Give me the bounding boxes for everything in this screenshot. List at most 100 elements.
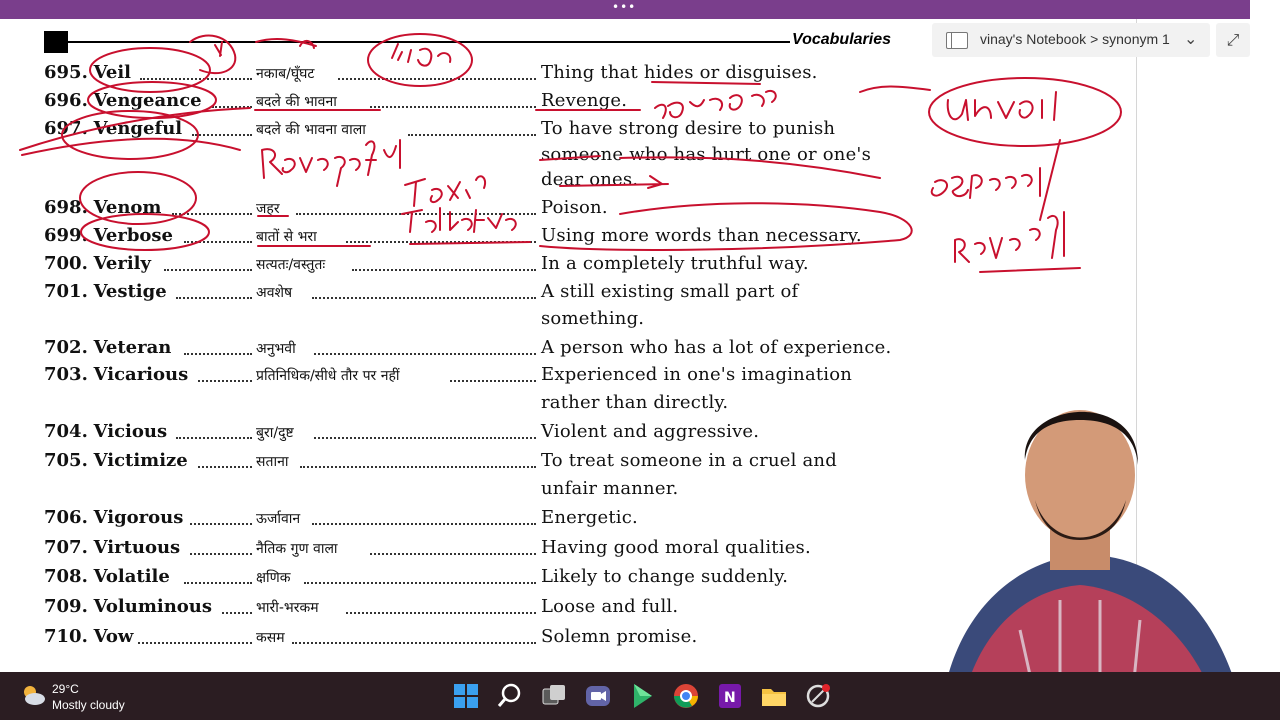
dot-leader bbox=[312, 521, 536, 525]
dot-leader bbox=[314, 435, 536, 439]
chrome-icon[interactable] bbox=[670, 680, 702, 712]
entry-word: Venom bbox=[93, 197, 162, 218]
entry-word: Vigorous bbox=[93, 507, 184, 528]
dot-leader bbox=[192, 132, 252, 136]
entry-word: Verily bbox=[93, 253, 151, 274]
list-item: 707. Virtuous bbox=[44, 537, 180, 558]
list-item: 704. Vicious bbox=[44, 421, 167, 442]
entry-hindi: ऊर्जावान bbox=[256, 511, 301, 527]
dot-leader bbox=[172, 211, 252, 215]
entry-hindi: बुरा/दुष्ट bbox=[256, 425, 294, 441]
entry-number: 696. bbox=[44, 90, 88, 111]
entry-word: Vengeance bbox=[93, 90, 202, 111]
titlebar-corner bbox=[1250, 0, 1280, 19]
screen-recorder-icon[interactable] bbox=[802, 680, 834, 712]
dot-leader bbox=[450, 378, 536, 382]
entry-meaning: unfair manner. bbox=[541, 478, 679, 499]
entry-meaning: A still existing small part of bbox=[541, 281, 799, 302]
entry-hindi: बातों से भरा bbox=[256, 229, 317, 245]
more-options-icon[interactable]: ••• bbox=[612, 0, 636, 14]
list-item: 708. Volatile bbox=[44, 566, 170, 587]
entry-number: 697. bbox=[44, 118, 88, 139]
search-icon[interactable] bbox=[494, 680, 526, 712]
entry-meaning: something. bbox=[541, 308, 645, 329]
dot-leader bbox=[312, 295, 536, 299]
entry-meaning: A person who has a lot of experience. bbox=[541, 337, 892, 358]
file-explorer-icon[interactable] bbox=[758, 680, 790, 712]
entry-meaning: Revenge. bbox=[541, 90, 628, 111]
entry-hindi: प्रतिनिधिक/सीधे तौर पर नहीं bbox=[256, 368, 400, 384]
chevron-down-icon[interactable]: ⌄ bbox=[1184, 29, 1197, 49]
entry-hindi: कसम bbox=[256, 630, 285, 646]
entry-number: 705. bbox=[44, 450, 88, 471]
entry-hindi: अनुभवी bbox=[256, 341, 296, 357]
list-item: 698. Venom bbox=[44, 197, 161, 218]
entry-word: Veil bbox=[93, 62, 132, 83]
entry-hindi: बदले की भावना bbox=[256, 94, 337, 110]
dot-leader bbox=[198, 378, 252, 382]
entry-meaning: rather than directly. bbox=[541, 392, 729, 413]
windows-start-icon[interactable] bbox=[450, 680, 482, 712]
entry-meaning: Using more words than necessary. bbox=[541, 225, 862, 246]
page-title: Vocabularies bbox=[792, 31, 892, 48]
dot-leader bbox=[190, 551, 252, 555]
taskbar: 29°C Mostly cloudy N bbox=[0, 672, 1280, 720]
sheets-icon[interactable] bbox=[626, 680, 658, 712]
dot-leader bbox=[296, 211, 536, 215]
entry-hindi: सत्यतः/वस्तुतः bbox=[256, 257, 326, 273]
dot-leader bbox=[352, 267, 536, 271]
dot-leader bbox=[292, 640, 536, 644]
entry-number: 698. bbox=[44, 197, 88, 218]
entry-word: Verbose bbox=[93, 225, 174, 246]
list-item: 699. Verbose bbox=[44, 225, 173, 246]
weather-condition[interactable]: Mostly cloudy bbox=[52, 698, 125, 712]
task-view-icon[interactable] bbox=[538, 680, 570, 712]
entry-word: Vow bbox=[93, 626, 134, 647]
onenote-icon[interactable]: N bbox=[714, 680, 746, 712]
list-item: 697. Vengeful bbox=[44, 118, 182, 139]
dot-leader bbox=[338, 76, 536, 80]
weather-cloud-icon[interactable] bbox=[20, 682, 46, 708]
dot-leader bbox=[198, 464, 252, 468]
entry-number: 700. bbox=[44, 253, 88, 274]
notebook-breadcrumb[interactable]: vinay's Notebook > synonym 1 ⌄ bbox=[932, 23, 1210, 57]
entry-number: 710. bbox=[44, 626, 88, 647]
weather-temperature[interactable]: 29°C bbox=[52, 682, 79, 696]
entry-meaning: Solemn promise. bbox=[541, 626, 698, 647]
list-item: 695. Veil bbox=[44, 62, 131, 83]
list-item: 700. Verily bbox=[44, 253, 151, 274]
dot-leader bbox=[370, 551, 536, 555]
dot-leader bbox=[346, 610, 536, 614]
list-item: 696. Vengeance bbox=[44, 90, 202, 111]
notebook-path[interactable]: vinay's Notebook > synonym 1 bbox=[980, 31, 1170, 47]
window-titlebar[interactable]: ••• bbox=[0, 0, 1280, 19]
entry-meaning: Likely to change suddenly. bbox=[541, 566, 789, 587]
entry-number: 695. bbox=[44, 62, 88, 83]
list-item: 706. Vigorous bbox=[44, 507, 183, 528]
entry-hindi: नैतिक गुण वाला bbox=[256, 541, 338, 557]
entry-word: Voluminous bbox=[93, 596, 213, 617]
entry-number: 701. bbox=[44, 281, 88, 302]
header-rule bbox=[68, 41, 790, 43]
entry-number: 699. bbox=[44, 225, 88, 246]
list-item: 701. Vestige bbox=[44, 281, 167, 302]
teams-icon[interactable] bbox=[582, 680, 614, 712]
entry-word: Vicious bbox=[93, 421, 168, 442]
entry-word: Vestige bbox=[93, 281, 167, 302]
expand-icon[interactable]: ⤢ bbox=[1216, 23, 1250, 57]
entry-word: Vicarious bbox=[93, 364, 189, 385]
dot-leader bbox=[222, 610, 252, 614]
entry-meaning: Poison. bbox=[541, 197, 608, 218]
dot-leader bbox=[176, 435, 252, 439]
entry-word: Virtuous bbox=[93, 537, 181, 558]
list-item: 703. Vicarious bbox=[44, 364, 188, 385]
entry-hindi: सताना bbox=[256, 454, 289, 470]
entry-word: Vengeful bbox=[93, 118, 183, 139]
list-item: 702. Veteran bbox=[44, 337, 171, 358]
entry-hindi: नकाब/घूँघट bbox=[256, 66, 315, 82]
entry-number: 707. bbox=[44, 537, 88, 558]
dot-leader bbox=[184, 580, 252, 584]
entry-meaning: To have strong desire to punish bbox=[541, 118, 836, 139]
entry-word: Victimize bbox=[93, 450, 188, 471]
dot-leader bbox=[164, 267, 252, 271]
